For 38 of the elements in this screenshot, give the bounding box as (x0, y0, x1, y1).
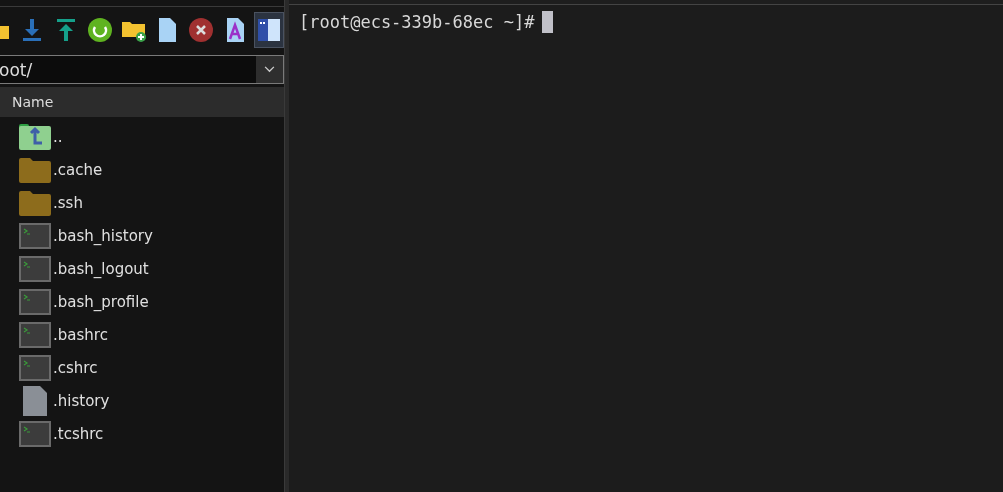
terminal-file-icon (19, 255, 51, 282)
file-name: .history (53, 391, 110, 410)
folder-icon (19, 189, 51, 216)
parent-folder-icon (19, 123, 51, 150)
file-item[interactable]: .bash_logout (0, 252, 284, 285)
file-item[interactable]: .. (0, 120, 284, 153)
file-name: .ssh (53, 193, 83, 212)
file-name: .bash_history (53, 226, 153, 245)
terminal-prompt: [root@ecs-339b-68ec ~]# (299, 12, 535, 32)
file-item[interactable]: .cache (0, 153, 284, 186)
toolbar-button[interactable] (254, 12, 284, 48)
file-name: .cache (53, 160, 103, 179)
terminal-file-icon (19, 420, 51, 447)
panel-icon (256, 17, 283, 43)
refresh-icon (86, 17, 113, 43)
terminal-file-icon (19, 222, 51, 249)
file-name: .cshrc (53, 358, 98, 377)
file-item[interactable]: .bashrc (0, 318, 284, 351)
cursor (542, 11, 554, 33)
file-item[interactable]: .ssh (0, 186, 284, 219)
file-item[interactable]: .bash_history (0, 219, 284, 252)
file-name: .bash_logout (53, 259, 149, 278)
text-file-icon (224, 17, 247, 43)
terminal-file-icon (19, 321, 51, 348)
delete-icon (188, 17, 215, 43)
file-item[interactable]: .tcshrc (0, 417, 284, 450)
file-name: .bash_profile (53, 292, 149, 311)
file-item[interactable]: .cshrc (0, 351, 284, 384)
file-item[interactable]: .bash_profile (0, 285, 284, 318)
terminal-file-icon (19, 288, 51, 315)
terminal-file-icon (19, 354, 51, 381)
file-icon (156, 17, 179, 43)
folder-icon (19, 156, 51, 183)
column-header[interactable]: Name (0, 87, 284, 117)
file-name: .tcshrc (53, 424, 104, 443)
file-item[interactable]: .history (0, 384, 284, 417)
file-name: .. (53, 127, 63, 146)
file-name: .bashrc (53, 325, 108, 344)
